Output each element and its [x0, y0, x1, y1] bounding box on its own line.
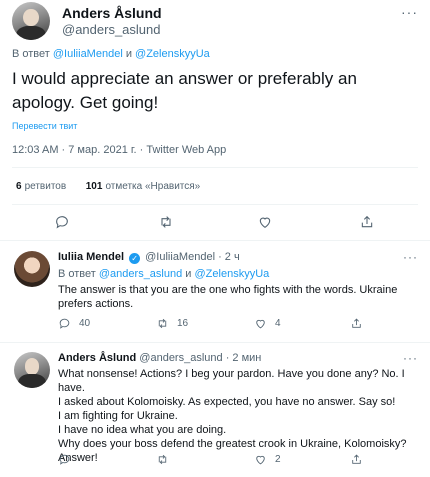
reply-prefix: В ответ — [12, 48, 50, 60]
retweets-label: ретвитов — [24, 181, 67, 192]
author-name[interactable]: Iuliia Mendel — [58, 251, 124, 263]
share-button[interactable] — [350, 317, 363, 330]
avatar[interactable] — [14, 352, 50, 388]
mention-link[interactable]: @ZelenskyyUa — [135, 48, 210, 60]
like-icon — [256, 455, 265, 465]
retweets-count: 16 — [177, 318, 189, 329]
retweet-button[interactable] — [158, 214, 174, 230]
likes-count: 4 — [275, 318, 281, 329]
reply-icon — [59, 454, 70, 465]
likes-count: 2 — [275, 454, 281, 465]
author-name[interactable]: Anders Åslund — [62, 5, 162, 21]
mention-link[interactable]: @anders_aslund — [99, 268, 182, 280]
like-button[interactable] — [257, 214, 273, 230]
reply-text-line: I am fighting for Ukraine. — [58, 410, 178, 422]
more-icon[interactable]: ··· — [403, 250, 418, 264]
retweet-button[interactable] — [156, 453, 169, 466]
more-icon[interactable]: ··· — [403, 351, 418, 365]
share-icon — [352, 318, 361, 328]
reply-and: и — [125, 48, 132, 60]
reply-button[interactable] — [54, 214, 70, 230]
retweet-icon — [158, 318, 167, 329]
mention-link[interactable]: @ZelenskyyUa — [195, 268, 270, 280]
share-icon — [361, 215, 373, 228]
reply-text-line: What nonsense! Actions? I beg your pardo… — [58, 368, 405, 394]
reply-text-line: Why does your boss defend the greatest c… — [58, 438, 407, 450]
likes-stat[interactable]: 101 отметка «Нравится» — [86, 181, 200, 192]
author-handle[interactable]: @anders_aslund — [62, 22, 160, 37]
reply-to-line: В ответ @IuliiaMendel и @ZelenskyyUa — [12, 48, 210, 60]
reply-text-line: prefers actions. — [58, 298, 134, 310]
share-button[interactable] — [359, 214, 375, 230]
like-button[interactable]: 4 — [254, 317, 281, 330]
reply-actions: 40 16 4 — [58, 317, 416, 335]
reply-text-line: I asked about Kolomoisky. As expected, y… — [58, 396, 396, 408]
share-icon — [352, 454, 361, 464]
retweet-icon — [161, 216, 171, 228]
reply-button[interactable] — [58, 453, 71, 466]
tweet-actions — [0, 209, 430, 235]
like-icon — [256, 319, 265, 329]
reply-text: What nonsense! Actions? I beg your pardo… — [58, 367, 408, 465]
reply-tweet[interactable]: Anders Åslund @anders_aslund · 2 мин ···… — [0, 343, 430, 477]
reply-prefix: В ответ — [58, 268, 96, 280]
like-button[interactable]: 2 — [254, 453, 281, 466]
reply-text: The answer is that you are the one who f… — [58, 283, 408, 311]
main-tweet-header: Anders Åslund @anders_aslund ··· — [12, 2, 418, 40]
main-tweet: Anders Åslund @anders_aslund ··· В ответ… — [0, 0, 430, 241]
tweet-text: I would appreciate an answer or preferab… — [12, 69, 357, 112]
retweet-button[interactable]: 16 — [156, 317, 188, 330]
verified-icon: ✓ — [129, 253, 141, 264]
mention-link[interactable]: @IuliiaMendel — [53, 48, 123, 60]
reply-header: Iuliia Mendel ✓ @IuliiaMendel · 2 ч — [58, 251, 240, 264]
author-handle[interactable]: @anders_aslund — [139, 352, 222, 364]
reply-actions: 2 — [58, 453, 416, 471]
reply-text-line: I have no idea what you are doing. — [58, 424, 227, 436]
reply-tweet[interactable]: Iuliia Mendel ✓ @IuliiaMendel · 2 ч ··· … — [0, 242, 430, 342]
retweets-stat[interactable]: 6 ретвитов — [16, 181, 66, 192]
retweets-count: 6 — [16, 181, 22, 192]
retweet-icon — [158, 454, 167, 465]
reply-icon — [59, 318, 70, 329]
tweet-timestamp[interactable]: 12:03 AM · 7 мар. 2021 г. · Twitter Web … — [12, 144, 226, 156]
reply-text-line: The answer is that you are the one who f… — [58, 284, 398, 296]
reply-to-line: В ответ @anders_aslund и @ZelenskyyUa — [58, 268, 269, 280]
avatar[interactable] — [12, 2, 50, 40]
divider — [12, 167, 418, 168]
tweet-stats: 6 ретвитов 101 отметка «Нравится» — [16, 181, 200, 192]
translate-link[interactable]: Перевести твит — [12, 121, 77, 131]
reply-header: Anders Åslund @anders_aslund · 2 мин — [58, 352, 261, 364]
reply-icon — [56, 216, 68, 229]
author-name[interactable]: Anders Åslund — [58, 352, 136, 364]
share-button[interactable] — [350, 453, 363, 466]
likes-count: 101 — [85, 181, 103, 192]
reply-time[interactable]: · 2 ч — [218, 251, 240, 263]
author-handle[interactable]: @IuliiaMendel — [145, 251, 215, 263]
more-icon[interactable]: ··· — [401, 4, 418, 20]
likes-label: отметка «Нравится» — [105, 181, 201, 192]
avatar[interactable] — [14, 251, 50, 287]
replies-count: 40 — [79, 318, 91, 329]
reply-and: и — [185, 268, 192, 280]
reply-button[interactable]: 40 — [58, 317, 90, 330]
reply-time[interactable]: · 2 мин — [226, 352, 262, 364]
divider — [12, 204, 418, 205]
like-icon — [259, 217, 271, 228]
